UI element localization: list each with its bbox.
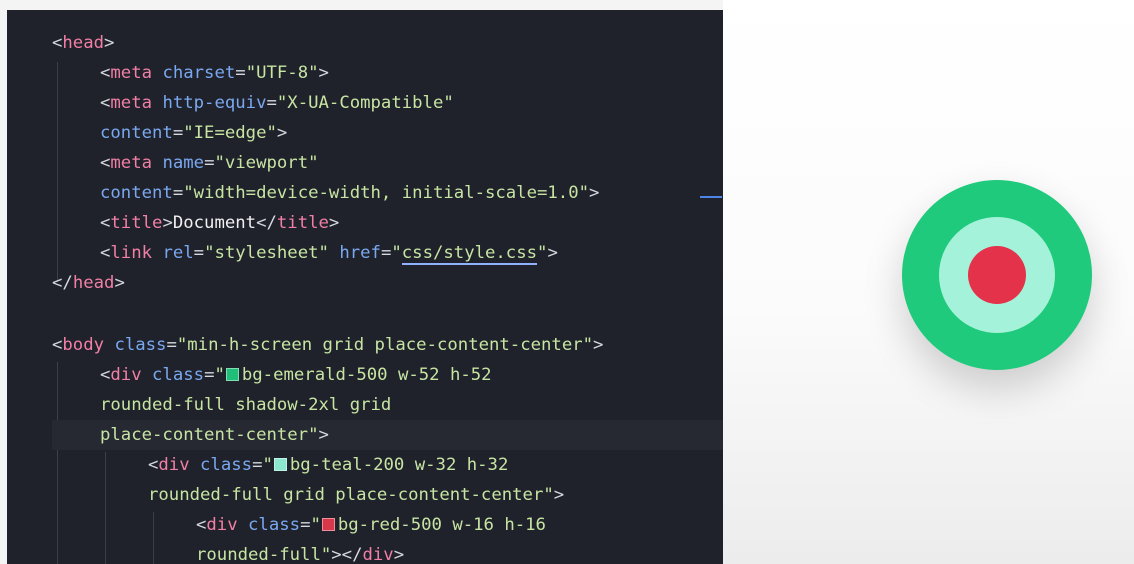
code-line-active[interactable]: place-content-center"> (52, 420, 723, 450)
indent-guide (57, 362, 58, 564)
color-swatch-emerald[interactable] (225, 368, 239, 381)
color-swatch-teal[interactable] (273, 458, 287, 471)
code-line[interactable]: <meta charset="UTF-8"> (100, 58, 329, 88)
code-line[interactable]: <link rel="stylesheet" href="css/style.c… (100, 238, 558, 268)
teal-circle (939, 217, 1055, 333)
code-line[interactable]: <meta http-equiv="X-UA-Compatible" (100, 88, 454, 118)
code-line[interactable]: <title>Document</title> (100, 208, 339, 238)
code-line[interactable]: </head> (52, 268, 125, 298)
code-line[interactable]: <div class=" bg-red-500 w-16 h-16 (196, 510, 546, 540)
code-line[interactable]: <meta name="viewport" (100, 148, 319, 178)
code-line[interactable]: content="IE=edge"> (100, 118, 287, 148)
code-line[interactable]: content="width=device-width, initial-sca… (100, 178, 599, 208)
code-line[interactable]: <div class=" bg-emerald-500 w-52 h-52 (100, 360, 492, 390)
indent-guide (153, 512, 154, 564)
color-swatch-red[interactable] (321, 518, 335, 531)
code-line[interactable]: <body class="min-h-screen grid place-con… (52, 330, 603, 360)
code-editor[interactable]: <head> <meta charset="UTF-8"> <meta http… (7, 10, 723, 564)
code-line[interactable]: rounded-full grid place-content-center"> (148, 480, 564, 510)
code-line[interactable]: rounded-full"></div> (196, 540, 404, 564)
screenshot-frame: <head> <meta charset="UTF-8"> <meta http… (0, 0, 1134, 564)
indent-guide (105, 452, 106, 564)
emerald-circle (902, 180, 1092, 370)
line-change-marker (700, 196, 722, 198)
code-line[interactable]: rounded-full shadow-2xl grid (100, 390, 391, 420)
stylesheet-link[interactable]: css/style.css (401, 243, 538, 265)
code-line[interactable]: <head> (52, 28, 114, 58)
code-line[interactable]: <div class=" bg-teal-200 w-32 h-32 (148, 450, 508, 480)
indent-guide (57, 62, 58, 282)
red-circle (968, 246, 1026, 304)
